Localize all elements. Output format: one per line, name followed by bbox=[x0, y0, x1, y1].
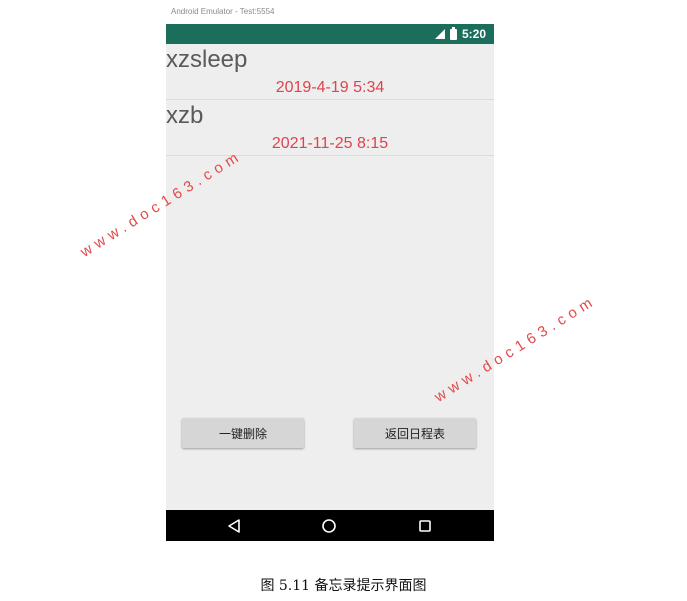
memo-title: xzsleep bbox=[166, 46, 248, 73]
signal-icon bbox=[434, 29, 445, 39]
back-to-schedule-button[interactable]: 返回日程表 bbox=[354, 418, 476, 448]
status-time: 5:20 bbox=[461, 27, 486, 41]
memo-title: xzb bbox=[166, 102, 204, 129]
memo-time: 2019-4-19 5:34 bbox=[275, 79, 385, 96]
emulator-screen: Android Emulator - Test:5554 5:20 xzslee… bbox=[166, 0, 494, 541]
emulator-title-bar: Android Emulator - Test:5554 bbox=[166, 0, 494, 24]
status-bar: 5:20 bbox=[166, 24, 494, 44]
memo-time: 2021-11-25 8:15 bbox=[271, 135, 389, 152]
home-icon[interactable] bbox=[309, 510, 349, 541]
navigation-bar bbox=[166, 510, 494, 541]
delete-all-button[interactable]: 一键删除 bbox=[182, 418, 304, 448]
recent-apps-icon[interactable] bbox=[405, 510, 445, 541]
memo-item[interactable]: xzb 2021-11-25 8:15 bbox=[166, 100, 494, 156]
memo-item[interactable]: xzsleep 2019-4-19 5:34 bbox=[166, 44, 494, 100]
back-icon[interactable] bbox=[214, 510, 254, 541]
battery-charging-icon bbox=[449, 26, 457, 40]
figure-caption: 图 5.11 备忘录提示界面图 bbox=[260, 578, 427, 594]
memo-list: xzsleep 2019-4-19 5:34 xzb 2021-11-25 8:… bbox=[166, 44, 494, 156]
status-icons: 5:20 bbox=[434, 24, 486, 44]
